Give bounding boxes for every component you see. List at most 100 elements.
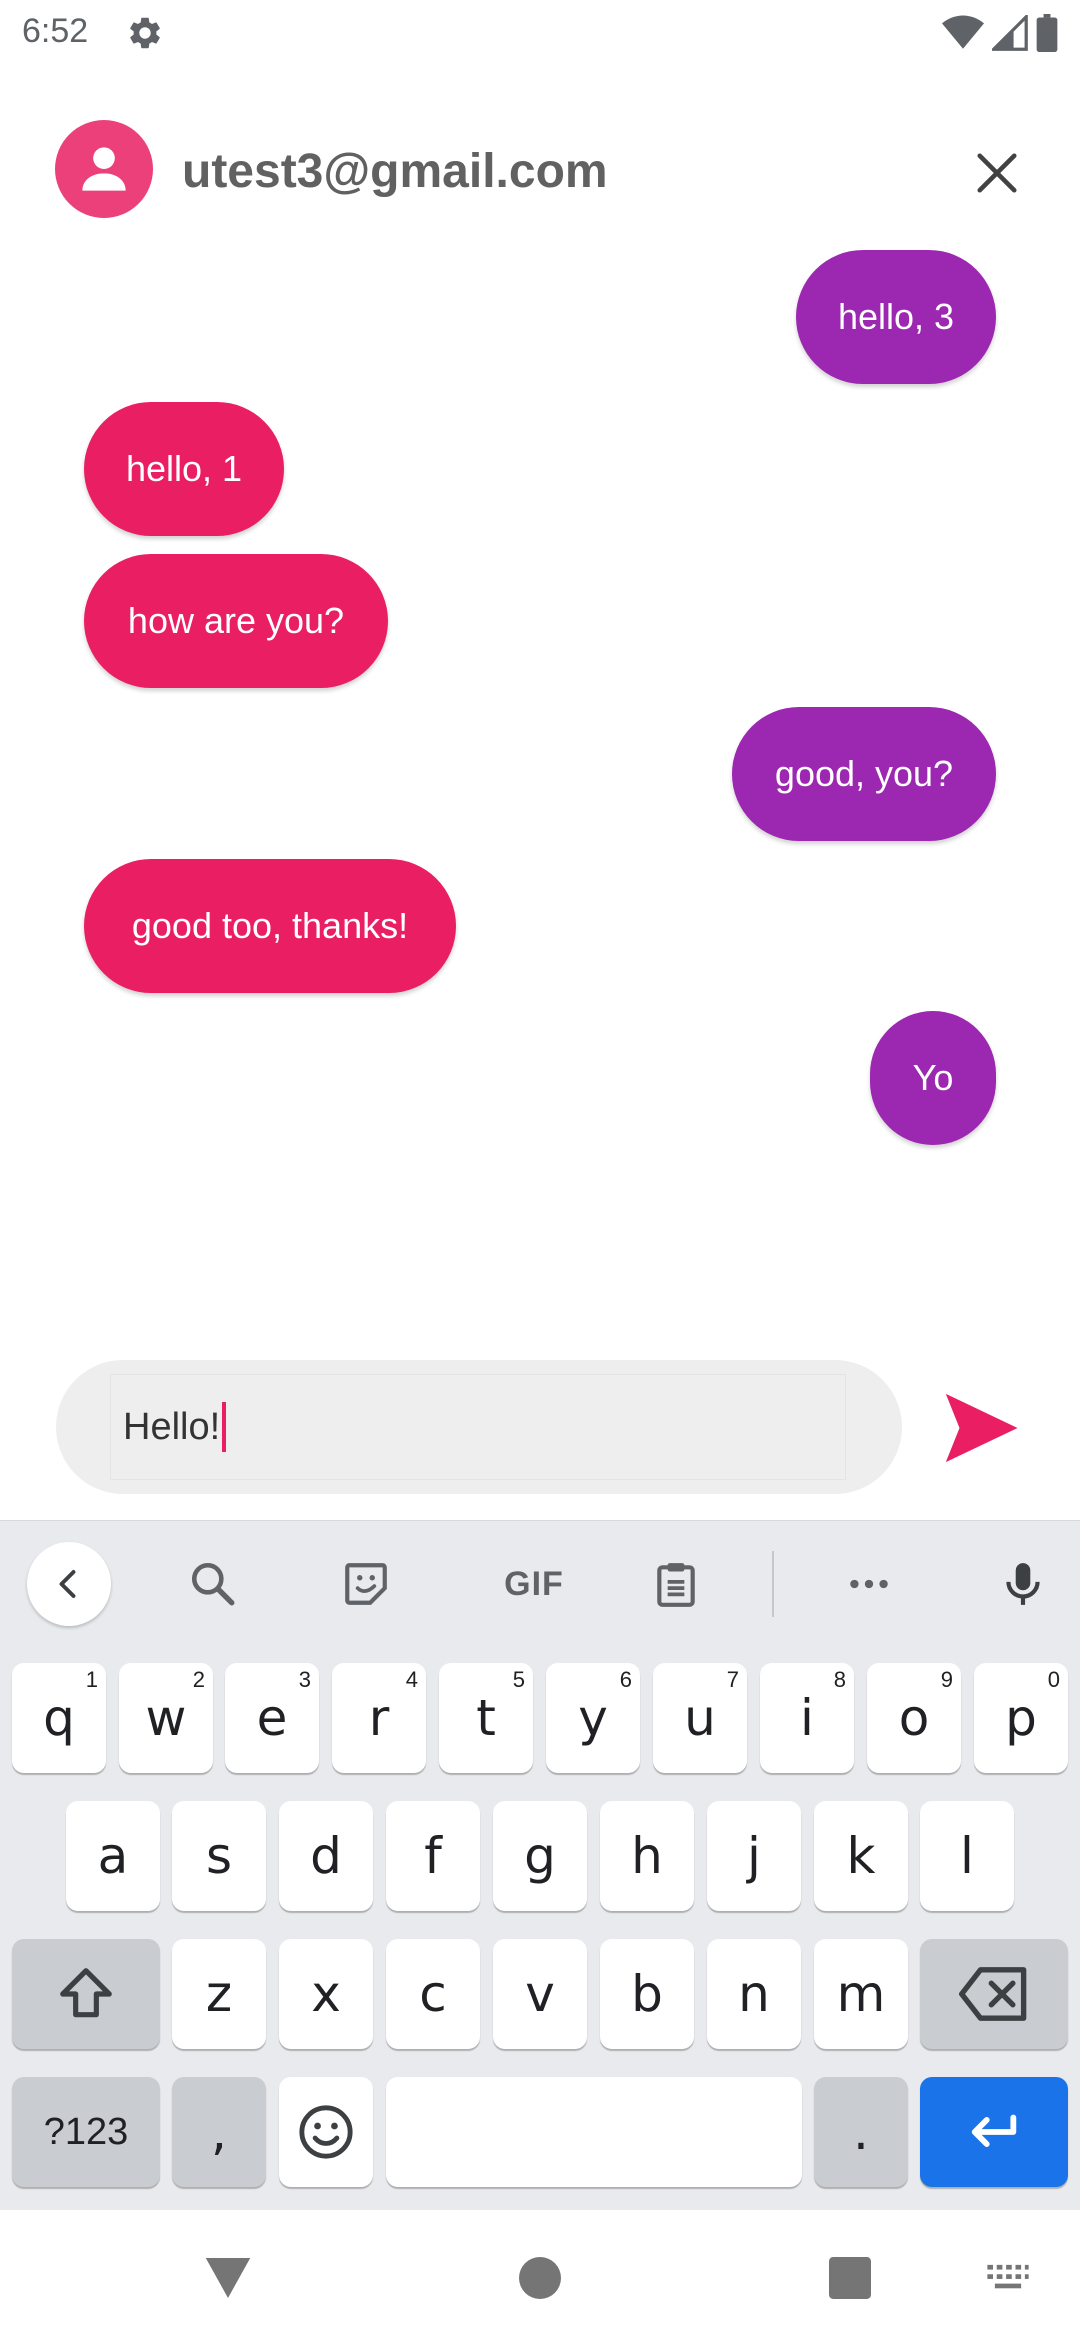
- key-s[interactable]: s: [172, 1801, 266, 1911]
- key-label: s: [205, 1827, 233, 1885]
- enter-key[interactable]: [920, 2077, 1068, 2187]
- key-a[interactable]: a: [66, 1801, 160, 1911]
- mic-icon: [1006, 1563, 1040, 1605]
- key-g[interactable]: g: [493, 1801, 587, 1911]
- toolbar-divider: [772, 1551, 774, 1617]
- backspace-icon: [959, 1967, 1027, 2021]
- keyboard-toolbar: GIF: [0, 1521, 1080, 1645]
- key-label: a: [97, 1827, 129, 1885]
- key-label: r: [368, 1689, 390, 1747]
- key-k[interactable]: k: [814, 1801, 908, 1911]
- key-label: w: [145, 1689, 187, 1747]
- symbols-key[interactable]: ?123: [12, 2077, 160, 2187]
- key-o[interactable]: o9: [867, 1663, 961, 1773]
- message-text: Yo: [912, 1057, 954, 1098]
- key-label: f: [424, 1827, 442, 1885]
- key-b[interactable]: b: [600, 1939, 694, 2049]
- keyboard-voice-button[interactable]: [988, 1549, 1058, 1619]
- key-label: e: [256, 1689, 288, 1747]
- key-h[interactable]: h: [600, 1801, 694, 1911]
- key-i[interactable]: i8: [760, 1663, 854, 1773]
- key-label: i: [800, 1689, 814, 1747]
- clipboard-icon: [657, 1563, 695, 1607]
- status-time: 6:52: [22, 12, 89, 50]
- gear-icon: [130, 17, 160, 49]
- key-hint: 9: [940, 1667, 953, 1692]
- key-e[interactable]: e3: [225, 1663, 319, 1773]
- key-label: u: [684, 1689, 716, 1747]
- key-hint: 0: [1047, 1667, 1060, 1692]
- message-text: hello, 3: [837, 296, 955, 337]
- key-v[interactable]: v: [493, 1939, 587, 2049]
- search-icon: [191, 1562, 235, 1606]
- status-bar: 6:52: [0, 0, 1080, 66]
- key-n[interactable]: n: [707, 1939, 801, 2049]
- message-bubble-sent[interactable]: Yo: [870, 1011, 996, 1145]
- signal-icon: [992, 15, 1028, 51]
- key-label: y: [578, 1689, 608, 1747]
- message-bubble-sent[interactable]: hello, 3: [796, 250, 996, 384]
- key-z[interactable]: z: [172, 1939, 266, 2049]
- keyboard-clipboard-button[interactable]: [641, 1549, 711, 1619]
- key-x[interactable]: x: [279, 1939, 373, 2049]
- message-bubble-received[interactable]: how are you?: [84, 554, 388, 688]
- keyboard-gif-button[interactable]: GIF: [484, 1549, 584, 1619]
- keyboard-switch-icon: [987, 2264, 1029, 2289]
- key-hint: 1: [85, 1667, 98, 1692]
- backspace-key[interactable]: [920, 1939, 1068, 2049]
- key-p[interactable]: p0: [974, 1663, 1068, 1773]
- send-button[interactable]: [930, 1378, 1030, 1478]
- key-hint: 8: [833, 1667, 846, 1692]
- avatar[interactable]: [55, 120, 153, 218]
- keyboard-more-button[interactable]: [834, 1549, 904, 1619]
- shift-key[interactable]: [12, 1939, 160, 2049]
- shift-icon: [60, 1968, 112, 2018]
- home-icon: [519, 2257, 561, 2299]
- key-label: g: [524, 1827, 556, 1885]
- key-u[interactable]: u7: [653, 1663, 747, 1773]
- message-input[interactable]: Hello!: [110, 1374, 846, 1480]
- key-m[interactable]: m: [814, 1939, 908, 2049]
- key-l[interactable]: l: [920, 1801, 1014, 1911]
- emoji-key[interactable]: [279, 2077, 373, 2187]
- message-input-value: Hello!: [123, 1405, 221, 1448]
- comma-key[interactable]: ,: [172, 2077, 266, 2187]
- enter-icon: [971, 2114, 1017, 2147]
- period-key[interactable]: .: [814, 2077, 908, 2187]
- keyboard-search-button[interactable]: [178, 1549, 248, 1619]
- key-label: t: [476, 1689, 496, 1747]
- key-d[interactable]: d: [279, 1801, 373, 1911]
- key-w[interactable]: w2: [119, 1663, 213, 1773]
- key-t[interactable]: t5: [439, 1663, 533, 1773]
- contact-name: utest3@gmail.com: [182, 145, 608, 198]
- message-bubble-received[interactable]: hello, 1: [84, 402, 284, 536]
- message-list: hello, 3 hello, 1 how are you? good, you…: [0, 250, 1080, 1150]
- message-bubble-sent[interactable]: good, you?: [732, 707, 996, 841]
- key-f[interactable]: f: [386, 1801, 480, 1911]
- key-j[interactable]: j: [707, 1801, 801, 1911]
- key-hint: 4: [405, 1667, 418, 1692]
- key-label: v: [525, 1965, 555, 2023]
- key-y[interactable]: y6: [546, 1663, 640, 1773]
- soft-keyboard: GIF q1 w2 e3 r4 t5 y6 u7 i8 o9 p0 a s d …: [0, 1520, 1080, 2210]
- key-label: q: [43, 1689, 75, 1747]
- navigation-bar: [0, 2210, 1080, 2340]
- nav-home-button[interactable]: [510, 2248, 570, 2308]
- sticker-icon: [345, 1563, 387, 1605]
- keyboard-collapse-button[interactable]: [27, 1542, 111, 1626]
- keyboard-switch-button[interactable]: [978, 2248, 1038, 2308]
- gif-label: GIF: [504, 1564, 564, 1603]
- key-r[interactable]: r4: [332, 1663, 426, 1773]
- nav-back-button[interactable]: [198, 2248, 258, 2308]
- key-label: m: [836, 1965, 886, 2023]
- nav-recents-button[interactable]: [820, 2248, 880, 2308]
- close-button[interactable]: [964, 140, 1030, 206]
- key-hint: 5: [512, 1667, 525, 1692]
- more-icon: [850, 1579, 888, 1589]
- keyboard-sticker-button[interactable]: [331, 1549, 401, 1619]
- key-q[interactable]: q1: [12, 1663, 106, 1773]
- key-c[interactable]: c: [386, 1939, 480, 2049]
- message-bubble-received[interactable]: good too, thanks!: [84, 859, 456, 993]
- space-key[interactable]: [386, 2077, 802, 2187]
- message-text: how are you?: [127, 600, 345, 641]
